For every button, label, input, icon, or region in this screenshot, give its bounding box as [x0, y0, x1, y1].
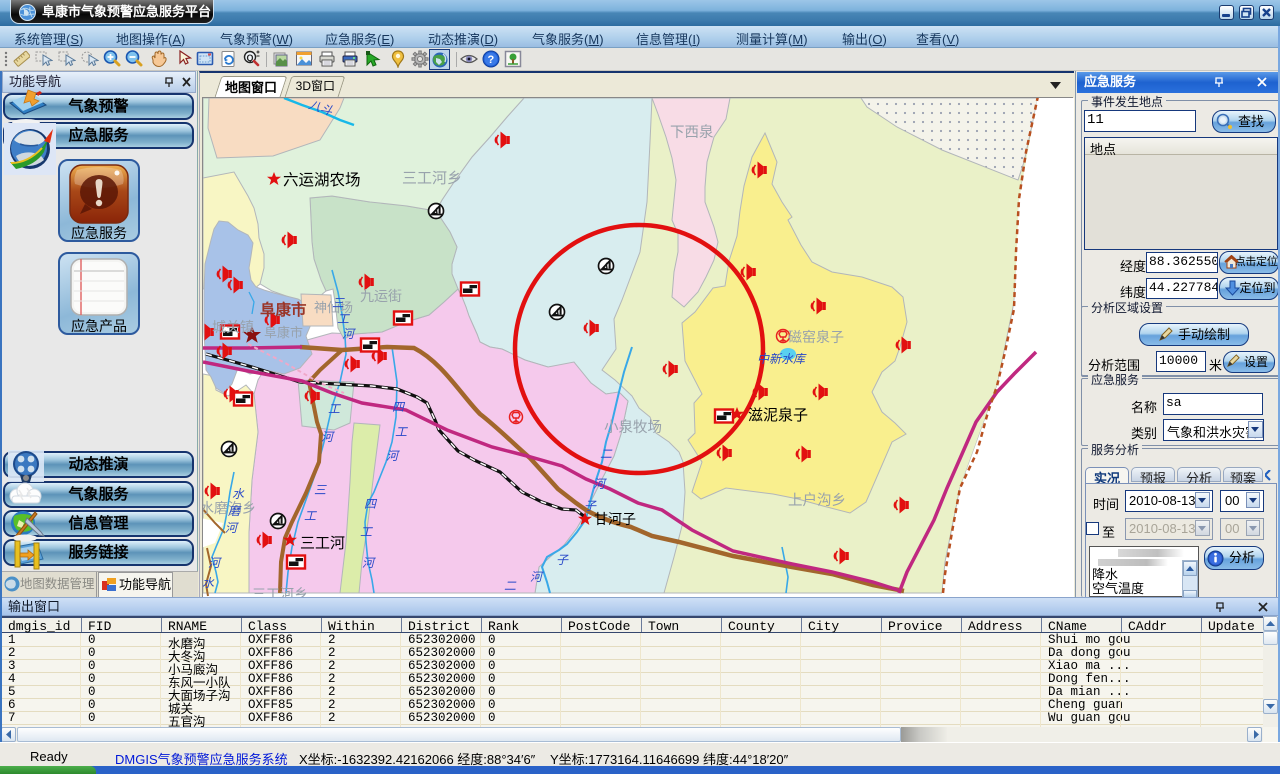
svg-text:小泉牧场: 小泉牧场 — [604, 419, 662, 436]
svg-text:城关镇: 城关镇 — [212, 319, 254, 335]
svg-text:子: 子 — [556, 553, 569, 567]
svg-text:四: 四 — [392, 400, 406, 414]
svg-text:工: 工 — [360, 525, 373, 539]
svg-text:磨: 磨 — [228, 504, 242, 518]
svg-text:?: ? — [488, 54, 495, 66]
svg-text:Q: Q — [247, 53, 254, 63]
svg-text:三工河: 三工河 — [300, 535, 345, 552]
svg-text:水: 水 — [232, 487, 245, 501]
svg-text:上户沟乡: 上户沟乡 — [788, 492, 846, 509]
svg-text:工: 工 — [337, 312, 350, 326]
svg-text:六运湖农场: 六运湖农场 — [283, 171, 361, 189]
svg-text:工: 工 — [395, 425, 408, 439]
svg-text:二: 二 — [600, 447, 613, 461]
svg-text:三工河乡: 三工河乡 — [402, 170, 462, 187]
svg-text:河: 河 — [321, 430, 335, 444]
svg-text:水: 水 — [203, 576, 215, 590]
svg-text:甘河子: 甘河子 — [594, 511, 636, 527]
svg-text:河: 河 — [593, 477, 607, 491]
svg-text:四: 四 — [364, 497, 378, 511]
svg-text:九运街: 九运街 — [360, 288, 402, 304]
svg-text:磁窑泉子: 磁窑泉子 — [788, 329, 844, 345]
svg-text:工: 工 — [328, 402, 341, 416]
svg-text:阜康市: 阜康市 — [260, 300, 307, 319]
svg-text:工: 工 — [304, 509, 317, 523]
svg-text:河: 河 — [362, 556, 376, 570]
svg-text:子: 子 — [584, 499, 597, 513]
svg-text:河: 河 — [530, 570, 544, 584]
svg-text:三: 三 — [314, 483, 327, 497]
svg-text:河: 河 — [208, 556, 222, 570]
svg-text:下西泉: 下西泉 — [670, 124, 714, 141]
svg-text:中新水库: 中新水库 — [757, 352, 807, 366]
svg-text:河: 河 — [386, 449, 400, 463]
svg-text:二: 二 — [504, 579, 517, 593]
svg-text:滋泥泉子: 滋泥泉子 — [748, 407, 808, 424]
svg-text:河: 河 — [342, 327, 356, 341]
svg-text:阜康市: 阜康市 — [264, 325, 303, 340]
svg-text:三: 三 — [332, 296, 345, 310]
svg-text:河: 河 — [225, 521, 239, 535]
